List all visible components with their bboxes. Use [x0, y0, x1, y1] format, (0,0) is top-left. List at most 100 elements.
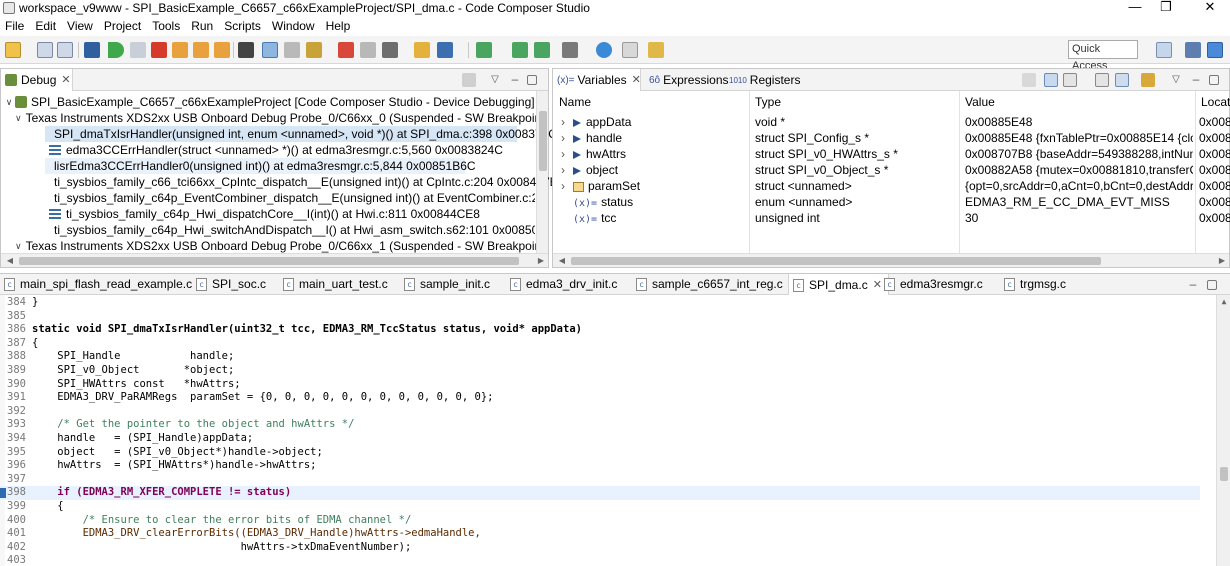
- stack-frame[interactable]: SPI_dmaTxIsrHandler(unsigned int, enum <…: [45, 126, 565, 142]
- column-header-value[interactable]: Value: [959, 92, 1195, 112]
- close-icon[interactable]: ✕: [61, 70, 70, 91]
- debug-vscrollbar[interactable]: [536, 91, 548, 253]
- view-menu-icon[interactable]: ▽: [488, 73, 502, 87]
- expand-icon[interactable]: ∨: [3, 94, 15, 110]
- remove-all-terminated-icon[interactable]: [462, 73, 476, 87]
- flash-icon[interactable]: [414, 42, 430, 58]
- variable-value[interactable]: 0x00882A58 {mutex=0x00881810,transferCom…: [965, 162, 1193, 178]
- code-line[interactable]: 393 /* Get the pointer to the object and…: [0, 418, 1200, 432]
- tab-variables[interactable]: (x)= Variables ✕: [553, 69, 641, 91]
- column-header-type[interactable]: Type: [749, 92, 959, 112]
- maximize-editor-icon[interactable]: [1207, 280, 1217, 290]
- menu-file[interactable]: File: [0, 19, 30, 33]
- gear-icon[interactable]: [476, 42, 492, 58]
- variable-row[interactable]: › appData void * 0x00885E48 0x008: [553, 114, 1230, 130]
- expand-icon[interactable]: ›: [561, 146, 573, 162]
- code-line[interactable]: 392: [0, 405, 1200, 419]
- minimize-view-icon[interactable]: –: [1189, 73, 1203, 87]
- variable-value[interactable]: 0x008707B8 {baseAddr=549388288,intNum=16…: [965, 146, 1193, 162]
- minimize-view-icon[interactable]: –: [508, 73, 522, 87]
- code-line[interactable]: 400 /* Ensure to clear the error bits of…: [0, 514, 1200, 528]
- restore-button[interactable]: ❐: [1146, 0, 1186, 16]
- editor-vscrollbar[interactable]: ▲: [1216, 295, 1230, 566]
- step-return-icon[interactable]: [214, 42, 230, 58]
- debug-hscroll-thumb[interactable]: [19, 257, 519, 265]
- menu-help[interactable]: Help: [321, 19, 357, 33]
- code-line[interactable]: 385: [0, 310, 1200, 324]
- memory-icon[interactable]: [238, 42, 254, 58]
- code-line[interactable]: 402 hwAttrs->txDmaEventNumber);: [0, 541, 1200, 555]
- variable-row[interactable]: › hwAttrs struct SPI_v0_HWAttrs_s * 0x00…: [553, 146, 1230, 162]
- stack-frame[interactable]: ti_sysbios_family_c64p_Hwi_dispatchCore_…: [45, 206, 535, 222]
- tab-registers[interactable]: 1010 Registers: [729, 69, 809, 91]
- tree-item-project[interactable]: ∨ SPI_BasicExample_C6657_c66xExampleProj…: [3, 94, 543, 110]
- code-line[interactable]: 387 {: [0, 337, 1200, 351]
- stack-frame[interactable]: lisrEdma3CCErrHandler0(unsigned int)() a…: [45, 158, 476, 174]
- variable-value[interactable]: 0x00885E48 {fxnTablePtr=0x00885E14 {clos…: [965, 130, 1193, 146]
- code-line[interactable]: 394 handle = (SPI_Handle)appData;: [0, 432, 1200, 446]
- code-line[interactable]: 399 {: [0, 500, 1200, 514]
- variable-row[interactable]: (x)= status enum <unnamed> EDMA3_RM_E_CC_…: [553, 194, 1230, 210]
- close-icon[interactable]: ✕: [873, 275, 882, 296]
- show-logical-structure-icon[interactable]: [1044, 73, 1058, 87]
- profile-icon[interactable]: [437, 42, 453, 58]
- variable-row[interactable]: › object struct SPI_v0_Object_s * 0x0088…: [553, 162, 1230, 178]
- close-window-button[interactable]: ✕: [1190, 0, 1230, 16]
- save-all-icon[interactable]: [57, 42, 73, 58]
- open-perspective-icon[interactable]: [1156, 42, 1172, 58]
- console-icon[interactable]: [622, 42, 638, 58]
- maximize-view-icon[interactable]: [527, 75, 537, 85]
- menu-scripts[interactable]: Scripts: [219, 19, 267, 33]
- stack-frame[interactable]: ti_sysbios_family_c66_tci66xx_CpIntc_dis…: [45, 174, 566, 190]
- refresh-icon[interactable]: [534, 42, 550, 58]
- editor-tab[interactable]: c trgmsg.c: [1004, 274, 1066, 295]
- show-type-names-icon[interactable]: [1022, 73, 1036, 87]
- menu-run[interactable]: Run: [186, 19, 219, 33]
- scroll-right-icon[interactable]: ▶: [534, 254, 548, 268]
- search-icon[interactable]: [596, 42, 612, 58]
- menu-tools[interactable]: Tools: [147, 19, 186, 33]
- restart-icon[interactable]: [262, 42, 278, 58]
- variable-value[interactable]: 30: [965, 210, 1193, 226]
- column-header-location[interactable]: Locat: [1195, 92, 1230, 112]
- code-line[interactable]: 389 SPI_v0_Object *object;: [0, 364, 1200, 378]
- view-menu-icon[interactable]: ▽: [1169, 73, 1183, 87]
- menu-view[interactable]: View: [62, 19, 99, 33]
- editor-tab[interactable]: c edma3resmgr.c: [884, 274, 983, 295]
- code-line[interactable]: 391 EDMA3_DRV_PaRAMRegs paramSet = {0, 0…: [0, 391, 1200, 405]
- editor-tab[interactable]: c sample_init.c: [404, 274, 490, 295]
- code-line[interactable]: 386 static void SPI_dmaTxIsrHandler(uint3…: [0, 323, 1200, 337]
- code-line[interactable]: 397: [0, 473, 1200, 487]
- resume-icon[interactable]: [108, 42, 124, 58]
- stack-frame[interactable]: ti_sysbios_family_c64p_EventCombiner_dis…: [45, 190, 535, 206]
- suspend-icon[interactable]: [130, 42, 146, 58]
- debug-icon[interactable]: [84, 42, 100, 58]
- scroll-left-icon[interactable]: ◀: [555, 254, 569, 268]
- debug-hscrollbar[interactable]: ◀ ▶: [1, 253, 548, 267]
- debug-vscroll-thumb[interactable]: [539, 111, 547, 171]
- tree-item-thread-c66xx-0[interactable]: ∨ Texas Instruments XDS2xx USB Onboard D…: [15, 110, 549, 126]
- stack-frame[interactable]: ti_sysbios_family_c64p_Hwi_switchAndDisp…: [45, 222, 535, 238]
- step-into-icon[interactable]: [172, 42, 188, 58]
- editor-tab[interactable]: c main_spi_flash_read_example.c: [4, 274, 192, 295]
- debug-perspective-icon[interactable]: [1207, 42, 1223, 58]
- variable-row[interactable]: (x)= tcc unsigned int 30 0x008: [553, 210, 1230, 226]
- editor-tab[interactable]: c sample_c6657_int_reg.c: [636, 274, 783, 295]
- tab-expressions[interactable]: 6ô Expressions: [645, 69, 729, 91]
- breakpoint-icon[interactable]: [284, 42, 300, 58]
- scroll-left-icon[interactable]: ◀: [3, 254, 17, 268]
- code-line[interactable]: 396 hwAttrs = (SPI_HWAttrs*)handle->hwAt…: [0, 459, 1200, 473]
- quick-access-field[interactable]: Quick Access: [1068, 40, 1138, 72]
- menu-edit[interactable]: Edit: [30, 19, 62, 33]
- stack-frame[interactable]: edma3CCErrHandler(struct <unnamed> *)() …: [45, 142, 535, 158]
- expand-icon[interactable]: ∨: [15, 238, 22, 254]
- close-icon[interactable]: ✕: [632, 70, 641, 91]
- variable-value[interactable]: {opt=0,srcAddr=0,aCnt=0,bCnt=0,destAddr=…: [965, 178, 1193, 194]
- minimize-editor-icon[interactable]: –: [1186, 278, 1200, 292]
- variable-row[interactable]: › handle struct SPI_Config_s * 0x00885E4…: [553, 130, 1230, 146]
- code-line[interactable]: 384}: [0, 296, 1200, 310]
- expand-icon[interactable]: ›: [561, 130, 573, 146]
- maximize-view-icon[interactable]: [1209, 75, 1219, 85]
- editor-vscroll-thumb[interactable]: [1220, 467, 1228, 481]
- tab-debug[interactable]: Debug ✕: [1, 69, 73, 91]
